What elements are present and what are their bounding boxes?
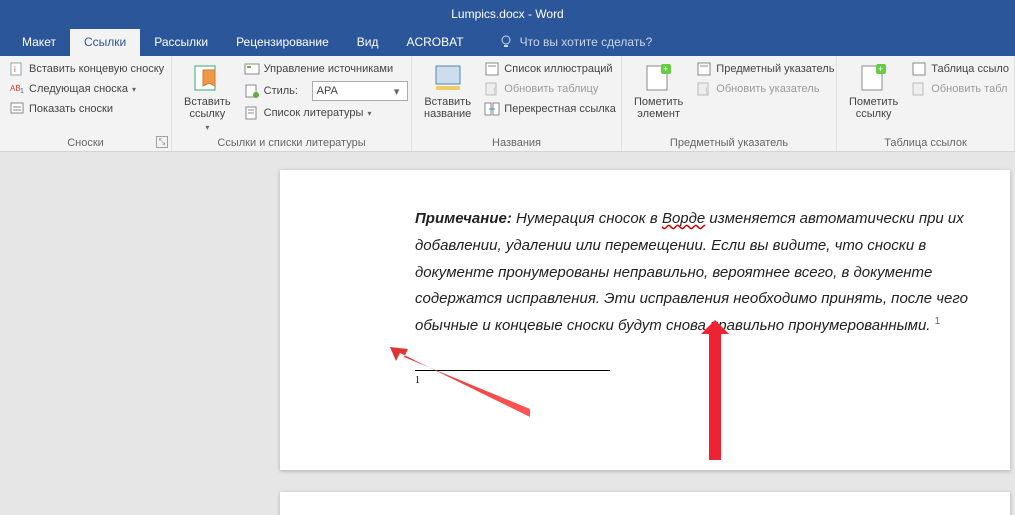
svg-text:i: i [14,65,16,74]
window-title: Lumpics.docx - Word [451,7,563,21]
tell-me[interactable]: Что вы хотите сделать? [488,28,663,56]
chevron-down-icon: ▾ [132,85,136,94]
show-notes-button[interactable]: Показать сноски [6,100,167,118]
insert-index-button[interactable]: Предметный указатель [693,60,837,78]
update-index-button: ! Обновить указатель [693,80,837,98]
bibliography-button[interactable]: Список литературы ▾ [241,104,411,122]
cross-reference-button[interactable]: Перекрестная ссылка [481,100,619,118]
chevron-down-icon: ▾ [391,85,403,98]
group-footnotes: i Вставить концевую сноску AB1 Следующая… [0,56,172,151]
next-footnote-icon: AB1 [9,81,25,97]
title-bar: Lumpics.docx - Word [0,0,1015,28]
svg-text:!: ! [493,86,496,96]
note-heading: Примечание: [415,210,512,227]
insert-toa-button[interactable]: Таблица ссыло [908,60,1012,78]
tab-mailings[interactable]: Рассылки [140,29,222,56]
document-workspace: Примечание: Нумерация сносок в Ворде изм… [0,152,1015,515]
group-label: Таблица ссылок [837,137,1014,149]
tab-review[interactable]: Рецензирование [222,29,343,56]
dialog-launcher[interactable]: ⤡ [156,136,168,148]
tab-acrobat[interactable]: ACROBAT [392,29,477,56]
group-label: Сноски [0,137,171,149]
page[interactable]: Примечание: Нумерация сносок в Ворде изм… [280,170,1010,470]
chevron-down-icon: ▾ [205,122,209,134]
mark-citation-icon: + [858,62,890,94]
group-label: Ссылки и списки литературы [172,137,411,149]
footnote-reference[interactable]: 1 [935,316,941,327]
update-table-button: ! Обновить таблицу [481,80,619,98]
group-captions: Вставить название Список иллюстраций ! О… [412,56,622,151]
citation-icon [191,62,223,94]
index-icon [696,61,712,77]
document-body[interactable]: Примечание: Нумерация сносок в Ворде изм… [280,170,1010,340]
chevron-down-icon: ▾ [367,109,371,118]
ribbon-tabs: Макет Ссылки Рассылки Рецензирование Вид… [0,28,1015,56]
tab-references[interactable]: Ссылки [70,29,140,56]
footnote-separator [415,370,610,371]
update-toa-button: Обновить табл [908,80,1012,98]
svg-text:1: 1 [20,88,24,95]
tab-view[interactable]: Вид [343,29,393,56]
next-footnote-button[interactable]: AB1 Следующая сноска ▾ [6,80,167,98]
svg-text:+: + [878,64,883,74]
show-notes-icon [9,101,25,117]
toa-icon [911,61,927,77]
group-label: Предметный указатель [622,137,836,149]
style-icon [244,83,260,99]
bulb-icon [498,34,514,50]
table-of-figures-button[interactable]: Список иллюстраций [481,60,619,78]
group-index: + Пометить элемент Предметный указатель … [622,56,837,151]
tab-layout[interactable]: Макет [8,29,70,56]
manage-sources-icon [244,61,260,77]
style-selector[interactable]: Стиль: APA ▾ [241,80,411,102]
insert-caption-button[interactable]: Вставить название [418,60,477,149]
crossref-icon [484,101,500,117]
caption-icon [432,62,464,94]
insert-endnote-button[interactable]: i Вставить концевую сноску [6,60,167,78]
manage-sources-button[interactable]: Управление источниками [241,60,411,78]
spellcheck-underline[interactable]: Ворде [662,210,705,227]
bibliography-icon [244,105,260,121]
update-icon: ! [696,81,712,97]
svg-text:!: ! [705,86,708,96]
svg-text:+: + [663,64,668,74]
update-icon: ! [484,81,500,97]
ribbon: i Вставить концевую сноску AB1 Следующая… [0,56,1015,152]
endnote-icon: i [9,61,25,77]
mark-citation-button[interactable]: + Пометить ссылку [843,60,904,149]
group-toa: + Пометить ссылку Таблица ссыло Обновить… [837,56,1015,151]
insert-citation-button[interactable]: Вставить ссылку ▾ [178,60,237,149]
mark-entry-icon: + [643,62,675,94]
group-label: Названия [412,137,621,149]
tof-icon [484,61,500,77]
group-citations: Вставить ссылку ▾ Управление источниками… [172,56,412,151]
style-combo[interactable]: APA ▾ [312,81,408,101]
update-icon [911,81,927,97]
footnote-mark[interactable]: 1 [415,375,1010,386]
page-next[interactable] [280,492,1010,515]
mark-entry-button[interactable]: + Пометить элемент [628,60,689,149]
